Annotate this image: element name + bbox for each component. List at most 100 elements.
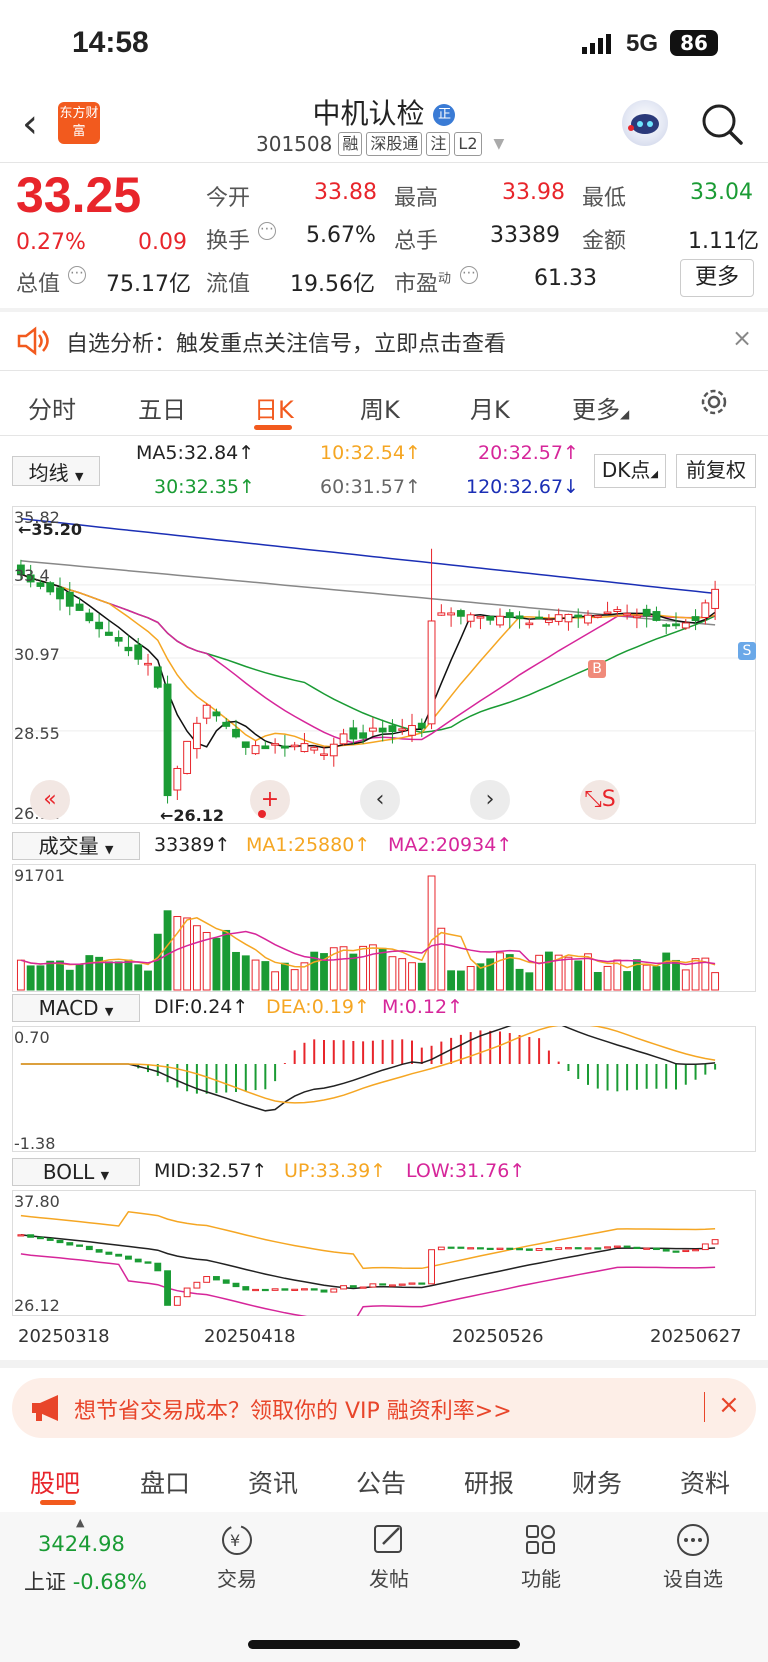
volume-bar bbox=[496, 952, 504, 991]
tab-forum[interactable]: 股吧 bbox=[30, 1464, 80, 1500]
boll-candle bbox=[242, 1286, 250, 1291]
candle-body bbox=[593, 615, 602, 618]
nav-add-watchlist[interactable]: 设自选 bbox=[648, 1522, 738, 1592]
volume-bar bbox=[544, 951, 553, 991]
ma10-value: 10:32.54↑ bbox=[320, 442, 421, 464]
turnover-value: 5.67% bbox=[306, 223, 376, 248]
volume-bar bbox=[163, 910, 172, 991]
boll-candle bbox=[437, 1246, 445, 1251]
boll-candle bbox=[349, 1285, 357, 1288]
add-crosshair-icon[interactable]: + bbox=[250, 780, 290, 820]
current-price: 33.25 bbox=[16, 167, 142, 223]
close-icon[interactable]: × bbox=[732, 324, 752, 352]
nav-trade-label: 交易 bbox=[217, 1567, 257, 1591]
nav-functions-label: 功能 bbox=[521, 1567, 561, 1591]
nav-post[interactable]: 发帖 bbox=[344, 1522, 434, 1592]
boll-chart bbox=[17, 1211, 719, 1316]
volume-bar bbox=[427, 875, 436, 991]
macd-line bbox=[20, 1026, 716, 1112]
tag-connect: 深股通 bbox=[366, 132, 423, 156]
prev-icon[interactable]: ‹ bbox=[360, 780, 400, 820]
nav-trade[interactable]: ¥ 交易 bbox=[192, 1522, 282, 1592]
edit-icon bbox=[374, 1525, 402, 1553]
indicator-selector[interactable]: 均线 ▼ bbox=[12, 456, 100, 486]
tab-announcements[interactable]: 公告 bbox=[356, 1464, 406, 1500]
tab-news[interactable]: 资讯 bbox=[248, 1464, 298, 1500]
index-row[interactable]: 上证 -0.68% bbox=[24, 1566, 147, 1596]
stock-code-row[interactable]: 301508 融 深股通 注 L2 ▼ bbox=[256, 132, 504, 156]
volume-panel[interactable] bbox=[12, 864, 756, 992]
boll-candle bbox=[662, 1249, 670, 1252]
boll-candle bbox=[232, 1282, 240, 1288]
tab-weekly-k[interactable]: 周K bbox=[360, 390, 400, 425]
volume-selector[interactable]: 成交量 ▼ bbox=[12, 832, 140, 860]
candle-body bbox=[544, 619, 553, 623]
candle-body bbox=[613, 609, 622, 612]
kline-panel[interactable] bbox=[12, 506, 756, 824]
candle-body bbox=[554, 614, 563, 622]
adjust-button[interactable]: 前复权 bbox=[676, 454, 756, 488]
search-icon[interactable] bbox=[700, 102, 744, 150]
ma60-value: 60:31.57↑ bbox=[320, 476, 421, 498]
zoom-out-icon[interactable]: « bbox=[30, 780, 70, 820]
volume-bar bbox=[672, 959, 680, 991]
tab-monthly-k[interactable]: 月K bbox=[470, 390, 510, 425]
boll-candle bbox=[154, 1262, 162, 1272]
volume-bar bbox=[85, 955, 94, 991]
volume-bar bbox=[564, 956, 573, 991]
dk-point-button[interactable]: DK点◢ bbox=[594, 454, 666, 488]
boll-candle bbox=[66, 1242, 74, 1246]
tab-orderbook[interactable]: 盘口 bbox=[140, 1464, 190, 1500]
tab-profile[interactable]: 资料 bbox=[680, 1464, 730, 1500]
volume-bar bbox=[261, 961, 270, 991]
boll-candle bbox=[672, 1250, 680, 1253]
candle-body bbox=[124, 646, 133, 652]
boll-candle bbox=[37, 1236, 44, 1240]
info-icon[interactable]: ⋯ bbox=[258, 222, 276, 240]
signal-icon bbox=[582, 34, 612, 54]
boll-selector[interactable]: BOLL ▼ bbox=[12, 1158, 140, 1186]
macd-panel[interactable] bbox=[12, 1026, 756, 1152]
tab-finance[interactable]: 财务 bbox=[572, 1464, 622, 1500]
candle-body bbox=[623, 612, 632, 616]
candle-body bbox=[261, 745, 270, 750]
volume-bar bbox=[56, 960, 64, 991]
boll-panel[interactable] bbox=[12, 1190, 756, 1316]
tab-daily-k[interactable]: 日K bbox=[254, 390, 294, 425]
notice-bar[interactable]: 自选分析：触发重点关注信号，立即点击查看 × bbox=[0, 312, 768, 370]
volume-bar bbox=[593, 971, 602, 991]
boll-line bbox=[20, 1253, 716, 1316]
candle-body bbox=[75, 603, 84, 611]
index-value[interactable]: 3424.98 bbox=[38, 1532, 125, 1556]
tab-five-day[interactable]: 五日 bbox=[138, 390, 186, 425]
boll-candle bbox=[613, 1245, 621, 1248]
volume-bar bbox=[505, 954, 514, 991]
candle-body bbox=[368, 727, 377, 732]
tab-more[interactable]: 更多◢ bbox=[572, 390, 629, 425]
float-cap-value: 19.56亿 bbox=[290, 272, 375, 297]
macd-selector[interactable]: MACD ▼ bbox=[12, 994, 140, 1022]
close-icon[interactable]: × bbox=[718, 1390, 740, 1420]
notice-text: 自选分析：触发重点关注信号，立即点击查看 bbox=[66, 332, 507, 357]
expand-icon[interactable]: ⤡S bbox=[580, 780, 620, 820]
next-icon[interactable]: › bbox=[470, 780, 510, 820]
candle-body bbox=[486, 615, 495, 621]
boll-candle bbox=[330, 1288, 338, 1293]
nav-functions[interactable]: 功能 bbox=[496, 1522, 586, 1592]
info-icon[interactable]: ⋯ bbox=[68, 266, 86, 284]
volume-bar bbox=[271, 971, 280, 991]
robot-avatar-icon[interactable] bbox=[622, 100, 668, 146]
info-icon[interactable]: ⋯ bbox=[460, 266, 478, 284]
boll-candle bbox=[369, 1283, 377, 1288]
tab-intraday[interactable]: 分时 bbox=[28, 390, 76, 425]
candle-body bbox=[280, 745, 289, 749]
candle-body bbox=[574, 614, 583, 618]
divider bbox=[704, 1392, 705, 1422]
vip-banner[interactable]: 想节省交易成本？领取你的 VIP 融资利率>> × bbox=[12, 1378, 756, 1438]
boll-candle bbox=[408, 1282, 416, 1285]
boll-candle bbox=[213, 1276, 220, 1281]
tab-research[interactable]: 研报 bbox=[464, 1464, 514, 1500]
volume-bar bbox=[388, 956, 397, 991]
settings-gear-icon[interactable] bbox=[698, 386, 730, 424]
more-button[interactable]: 更多 bbox=[680, 259, 754, 297]
